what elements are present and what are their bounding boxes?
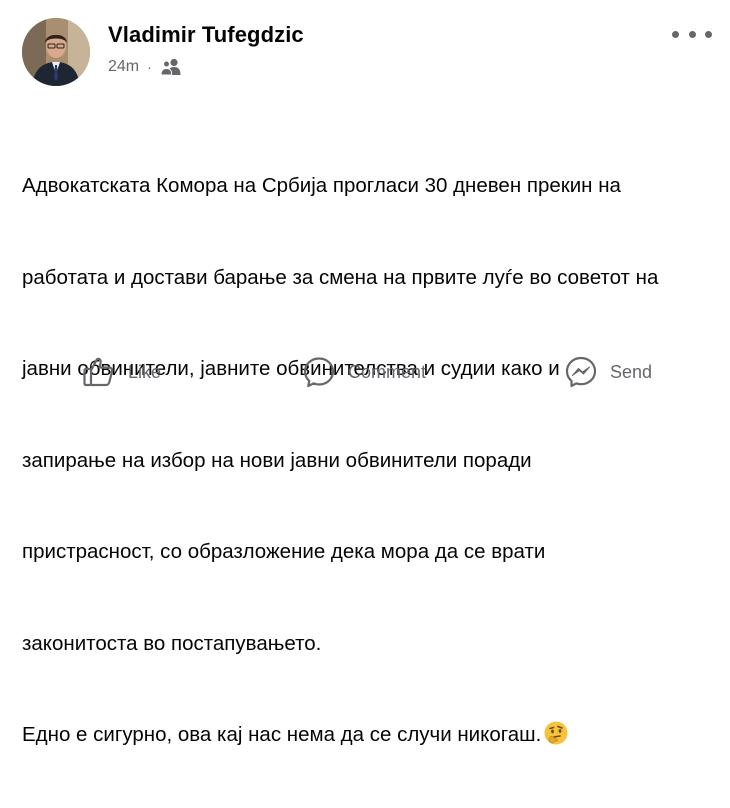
thinking-face-icon [543, 720, 569, 756]
comment-icon [302, 355, 336, 389]
post-meta: 24m · [108, 58, 182, 76]
messenger-icon [564, 355, 598, 389]
comment-label: Comment [348, 361, 427, 382]
author-name[interactable]: Vladimir Tufegdzic [108, 22, 304, 48]
more-options-icon[interactable] [672, 24, 712, 44]
meta-separator: · [147, 59, 152, 75]
post-text-line: Едно е сигурно, ова кај нас нема да се с… [22, 723, 542, 746]
post-text-line: запирање на избор на нови јавни обвините… [22, 448, 532, 472]
more-dot [688, 30, 696, 38]
post-text-line: работата и достави барање за смена на пр… [22, 265, 659, 289]
post-text-line: пристрасност, со образложение дека мора … [22, 540, 546, 563]
post-text-line: Адвокатската Комора на Србија прогласи 3… [22, 174, 621, 197]
post-text-line: законитоста во постапувањето. [22, 631, 322, 655]
post-timestamp[interactable]: 24m [108, 58, 139, 76]
send-button[interactable]: Send [564, 348, 652, 396]
friends-icon[interactable] [160, 58, 182, 76]
post-body: Адвокатската Комора на Србија прогласи 3… [22, 110, 712, 808]
author-avatar[interactable] [22, 18, 90, 86]
facebook-post: Vladimir Tufegdzic 24m · Адвокатската Ко… [0, 0, 730, 746]
more-dot [672, 30, 679, 38]
send-label: Send [610, 361, 653, 382]
post-actions-bar: Like Comment Send [0, 348, 730, 396]
comment-button[interactable]: Comment [302, 348, 426, 396]
thumbs-up-icon [82, 355, 116, 389]
post-text-line-last: Едно е сигурно, ова кај нас нема да се с… [22, 720, 712, 756]
like-button[interactable]: Like [82, 348, 161, 396]
like-label: Like [128, 361, 162, 382]
more-dot [705, 30, 712, 38]
